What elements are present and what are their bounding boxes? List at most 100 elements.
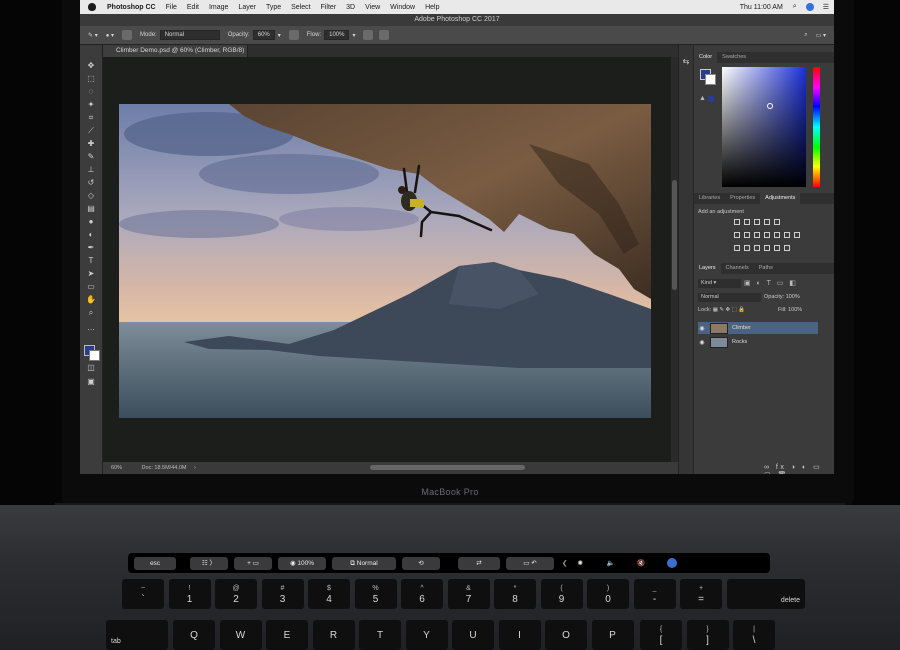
zoom-tool-icon[interactable]: ⌕ (85, 308, 97, 317)
menu-file[interactable]: File (161, 4, 182, 11)
key[interactable]: ) 0 (587, 579, 629, 609)
key[interactable]: ~ ` (122, 579, 164, 609)
zoom-level[interactable]: 60% (111, 465, 122, 471)
touchbar-zoom-button[interactable]: ◉ 100% (278, 556, 326, 570)
quick-select-tool-icon[interactable]: ✦ (85, 100, 97, 109)
tab-paths[interactable]: Paths (754, 263, 778, 274)
brush-panel-icon[interactable] (122, 30, 133, 40)
adjustment-icon[interactable] (734, 245, 740, 251)
menu-window[interactable]: Window (385, 4, 420, 11)
flow-field[interactable]: 100% (324, 30, 350, 40)
brush-tool-icon[interactable]: ✎ (85, 152, 97, 161)
workspace-switcher-icon[interactable]: ▭ ▾ (816, 32, 826, 39)
dodge-tool-icon[interactable]: ◐ (85, 230, 97, 239)
adjustment-icon[interactable] (744, 219, 750, 225)
touchbar-blend-mode-button[interactable]: ⧉ Normal (332, 556, 396, 570)
adjustment-icon[interactable] (764, 219, 770, 225)
menu-3d[interactable]: 3D (341, 4, 360, 11)
brush-preset-icon[interactable]: ✎ ▾ (88, 32, 98, 39)
status-menu-icon[interactable]: › (194, 465, 196, 471)
app-menu[interactable]: Photoshop CC (102, 4, 161, 11)
menu-type[interactable]: Type (261, 4, 286, 11)
touchbar-esc-button[interactable]: esc (134, 556, 176, 570)
key[interactable]: W (219, 620, 262, 650)
siri-icon[interactable] (805, 3, 814, 11)
flow-dropdown-icon[interactable]: ▾ (352, 32, 355, 39)
panel-background-swatch[interactable] (705, 74, 716, 85)
menu-help[interactable]: Help (420, 4, 444, 11)
tab-properties[interactable]: Properties (725, 193, 760, 204)
layer-row-climber[interactable]: ◉ Climber (698, 322, 818, 334)
search-icon[interactable]: ⌕ (804, 32, 807, 39)
tab-layers[interactable]: Layers (694, 263, 721, 274)
background-color-swatch[interactable] (89, 350, 100, 361)
key[interactable]: #3 (261, 579, 304, 609)
layer-opacity[interactable]: Opacity: 100% (764, 293, 800, 302)
key[interactable]: (9 (540, 579, 583, 609)
edit-toolbar-icon[interactable]: … (85, 323, 97, 332)
tab-swatches[interactable]: Swatches (717, 52, 751, 63)
adjustment-icon[interactable] (734, 219, 740, 225)
touchbar-brightness-icon[interactable]: ✺ (577, 559, 582, 567)
color-picker-marker[interactable] (767, 103, 773, 109)
gamut-color-chip[interactable] (708, 96, 714, 102)
vertical-scroll-thumb[interactable] (672, 180, 677, 290)
screen-mode-icon[interactable]: ▣ (85, 377, 97, 386)
lock-icons[interactable]: ▦ ✎ ✥ ⬚ 🔒 (713, 307, 746, 313)
visibility-eye-icon[interactable]: ◉ (698, 325, 706, 332)
adjustment-icon[interactable] (744, 232, 750, 238)
healing-brush-tool-icon[interactable]: ✚ (85, 139, 97, 148)
key[interactable]: O (545, 620, 587, 650)
adjustment-icon[interactable] (794, 232, 800, 238)
tab-libraries[interactable]: Libraries (694, 193, 725, 204)
touchbar-volume-icon[interactable]: 🔈 (607, 559, 615, 567)
tab-adjustments[interactable]: Adjustments (760, 193, 801, 204)
menu-filter[interactable]: Filter (316, 4, 342, 11)
touchbar-collapse-icon[interactable]: ❮ (562, 559, 567, 567)
hand-tool-icon[interactable]: ✋ (85, 295, 97, 304)
shape-tool-icon[interactable]: ▭ (85, 282, 97, 291)
adjustment-icon[interactable] (734, 232, 740, 238)
layer-actions-icons[interactable]: ∞ fx ◑ ◐ ▭ ▢ 🗑 (764, 463, 834, 474)
menu-layer[interactable]: Layer (233, 4, 261, 11)
opacity-dropdown-icon[interactable]: ▾ (278, 32, 281, 39)
adjustment-icon[interactable] (774, 232, 780, 238)
pressure-size-icon[interactable] (379, 30, 390, 40)
notification-center-icon[interactable]: ☰ (818, 3, 834, 11)
key[interactable]: % 5 (354, 579, 397, 609)
key[interactable]: & 7 (447, 579, 490, 609)
eyedropper-tool-icon[interactable]: ⟋ (85, 126, 97, 135)
menu-edit[interactable]: Edit (182, 4, 204, 11)
touchbar-flip-button[interactable]: ⇄ (458, 556, 500, 570)
layer-row-rocks[interactable]: ◉ Rocks (698, 336, 818, 348)
key[interactable]: I (498, 620, 541, 650)
touchbar-mute-icon[interactable]: 🔇 (637, 559, 645, 567)
pen-tool-icon[interactable]: ✒ (85, 243, 97, 252)
airbrush-icon[interactable] (363, 30, 374, 40)
lasso-tool-icon[interactable]: ◌ (85, 87, 97, 96)
layer-kind-filter[interactable]: Kind ▾ (698, 279, 741, 288)
crop-tool-icon[interactable]: ⌗ (85, 113, 97, 122)
visibility-eye-icon[interactable]: ◉ (698, 339, 706, 346)
key-delete[interactable]: delete (727, 579, 805, 609)
adjustment-icon[interactable] (754, 245, 760, 251)
history-brush-tool-icon[interactable]: ↺ (85, 178, 97, 187)
key[interactable]: R (312, 620, 355, 650)
menu-select[interactable]: Select (286, 4, 315, 11)
adjustment-icon[interactable] (774, 245, 780, 251)
adjustment-icon[interactable] (754, 232, 760, 238)
touchbar-undo-button[interactable]: ▭ ↶ (506, 556, 554, 570)
clone-stamp-tool-icon[interactable]: ⊥ (85, 165, 97, 174)
key[interactable]: P (591, 620, 634, 650)
key[interactable]: Y (405, 620, 448, 650)
key[interactable]: E (266, 620, 308, 650)
brush-size-icon[interactable]: ● ▾ (106, 32, 114, 39)
key[interactable]: Q (173, 620, 215, 650)
touchbar-siri-icon[interactable] (667, 558, 678, 568)
spotlight-icon[interactable]: ⌕ (788, 3, 802, 11)
adjustment-icon[interactable] (784, 232, 790, 238)
tab-channels[interactable]: Channels (721, 263, 754, 274)
history-panel-icon[interactable]: ⇆ (679, 57, 693, 66)
clock[interactable]: Thu 11:00 AM (735, 4, 788, 11)
fill-row[interactable]: Fill: 100% (778, 307, 802, 313)
